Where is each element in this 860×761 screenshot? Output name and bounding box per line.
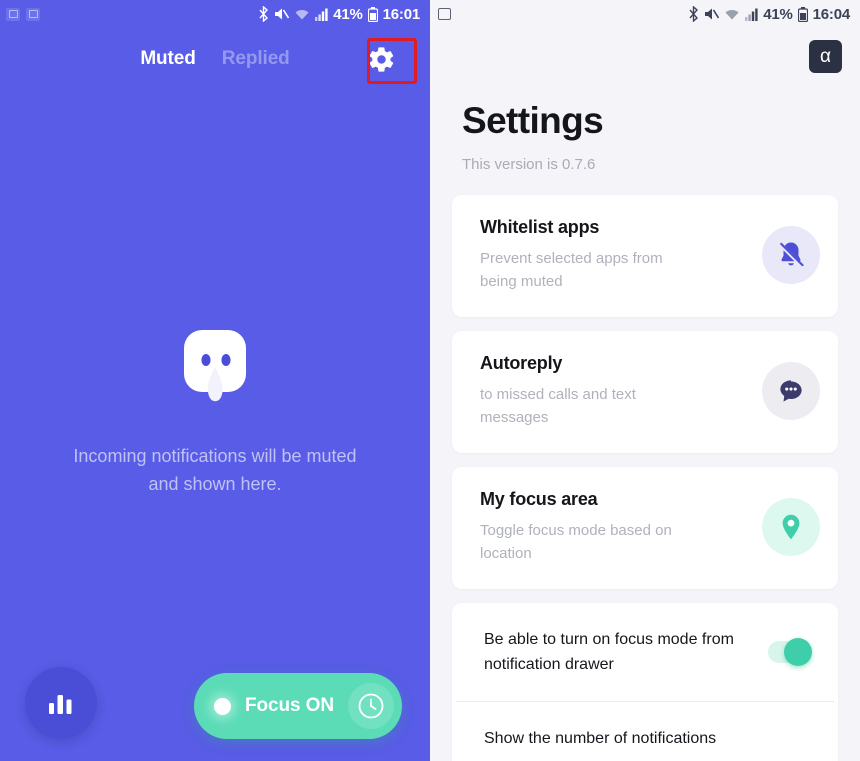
bluetooth-icon bbox=[689, 6, 699, 22]
card-title: Autoreply bbox=[480, 353, 563, 373]
tab-replied[interactable]: Replied bbox=[222, 48, 290, 70]
right-status-bar: 41% 16:04 bbox=[430, 0, 860, 28]
status-system-icons: 41% 16:01 bbox=[258, 6, 420, 22]
settings-card-my-focus-area[interactable]: My focus area Toggle focus mode based on… bbox=[452, 467, 838, 589]
toggle-row-show-count[interactable]: Show the number of notifications bbox=[456, 701, 834, 761]
settings-toggle-card: Be able to turn on focus mode from notif… bbox=[452, 603, 838, 761]
page-title: Settings bbox=[462, 100, 604, 141]
focus-label: Focus ON bbox=[245, 695, 334, 716]
settings-card-whitelist-apps[interactable]: Whitelist apps Prevent selected apps fro… bbox=[452, 195, 838, 317]
volume-muted-icon bbox=[275, 8, 290, 20]
version-label: This version is 0.7.6 bbox=[462, 156, 596, 173]
card-description: Prevent selected apps from being muted bbox=[480, 250, 663, 290]
status-system-icons: 41% 16:04 bbox=[688, 6, 850, 22]
bluetooth-icon bbox=[259, 6, 269, 22]
left-phone-screen: 41% 16:01 Muted Replied Incoming notific… bbox=[0, 0, 430, 761]
wifi-icon bbox=[295, 9, 309, 19]
bar-chart-icon bbox=[49, 695, 72, 714]
settings-body: Settings This version is 0.7.6 Whitelist… bbox=[430, 28, 860, 761]
notification-icon bbox=[438, 8, 451, 20]
card-description: to missed calls and text messages bbox=[480, 386, 636, 426]
toggle-switch-notification-drawer[interactable] bbox=[768, 638, 812, 666]
chat-bubble-icon bbox=[762, 362, 820, 420]
stats-fab-button[interactable] bbox=[25, 667, 97, 739]
settings-card-list: Whitelist apps Prevent selected apps fro… bbox=[430, 195, 860, 761]
signal-icon bbox=[315, 8, 328, 21]
toggle-row-notification-drawer[interactable]: Be able to turn on focus mode from notif… bbox=[456, 603, 834, 701]
notification-icon bbox=[6, 7, 20, 21]
left-header: Muted Replied bbox=[0, 28, 430, 90]
right-phone-screen: 41% 16:04 α Settings This version is 0.7… bbox=[430, 0, 860, 761]
toggle-label: Show the number of notifications bbox=[484, 730, 717, 747]
toggle-label: Be able to turn on focus mode from notif… bbox=[484, 631, 734, 673]
card-title: My focus area bbox=[480, 489, 598, 509]
clock-label: 16:04 bbox=[812, 5, 851, 23]
clock-icon bbox=[358, 693, 384, 719]
focus-toggle-button[interactable]: Focus ON bbox=[194, 673, 402, 739]
clock-label: 16:01 bbox=[382, 5, 421, 23]
location-pin-icon bbox=[762, 498, 820, 556]
toggle-knob bbox=[784, 638, 812, 666]
battery-icon bbox=[797, 6, 808, 22]
status-notification-icons bbox=[6, 7, 40, 21]
signal-icon bbox=[745, 8, 758, 21]
dot-indicator-icon bbox=[214, 697, 231, 715]
card-title: Whitelist apps bbox=[480, 217, 600, 237]
wifi-icon bbox=[725, 9, 739, 19]
dual-phone-screenshot: 41% 16:01 Muted Replied Incoming notific… bbox=[0, 0, 860, 761]
image-icon bbox=[26, 7, 40, 21]
left-status-bar: 41% 16:01 bbox=[0, 0, 430, 28]
card-description: Toggle focus mode based on location bbox=[480, 522, 672, 562]
settings-card-autoreply[interactable]: Autoreply to missed calls and text messa… bbox=[452, 331, 838, 453]
alpha-version-badge[interactable]: α bbox=[809, 40, 842, 73]
status-notification-icons bbox=[438, 8, 451, 20]
empty-state-message: Incoming notifications will be muted and… bbox=[73, 446, 357, 494]
battery-icon bbox=[367, 6, 378, 22]
battery-percent-label: 41% bbox=[333, 5, 363, 23]
tab-muted[interactable]: Muted bbox=[140, 48, 196, 70]
bell-muted-icon bbox=[762, 226, 820, 284]
volume-muted-icon bbox=[705, 8, 720, 20]
battery-percent-label: 41% bbox=[763, 5, 793, 23]
settings-button[interactable] bbox=[364, 42, 398, 76]
focus-timer-button[interactable] bbox=[348, 683, 394, 729]
gear-icon bbox=[369, 46, 393, 72]
muted-face-illustration bbox=[182, 330, 248, 406]
empty-state: Incoming notifications will be muted and… bbox=[0, 330, 430, 498]
